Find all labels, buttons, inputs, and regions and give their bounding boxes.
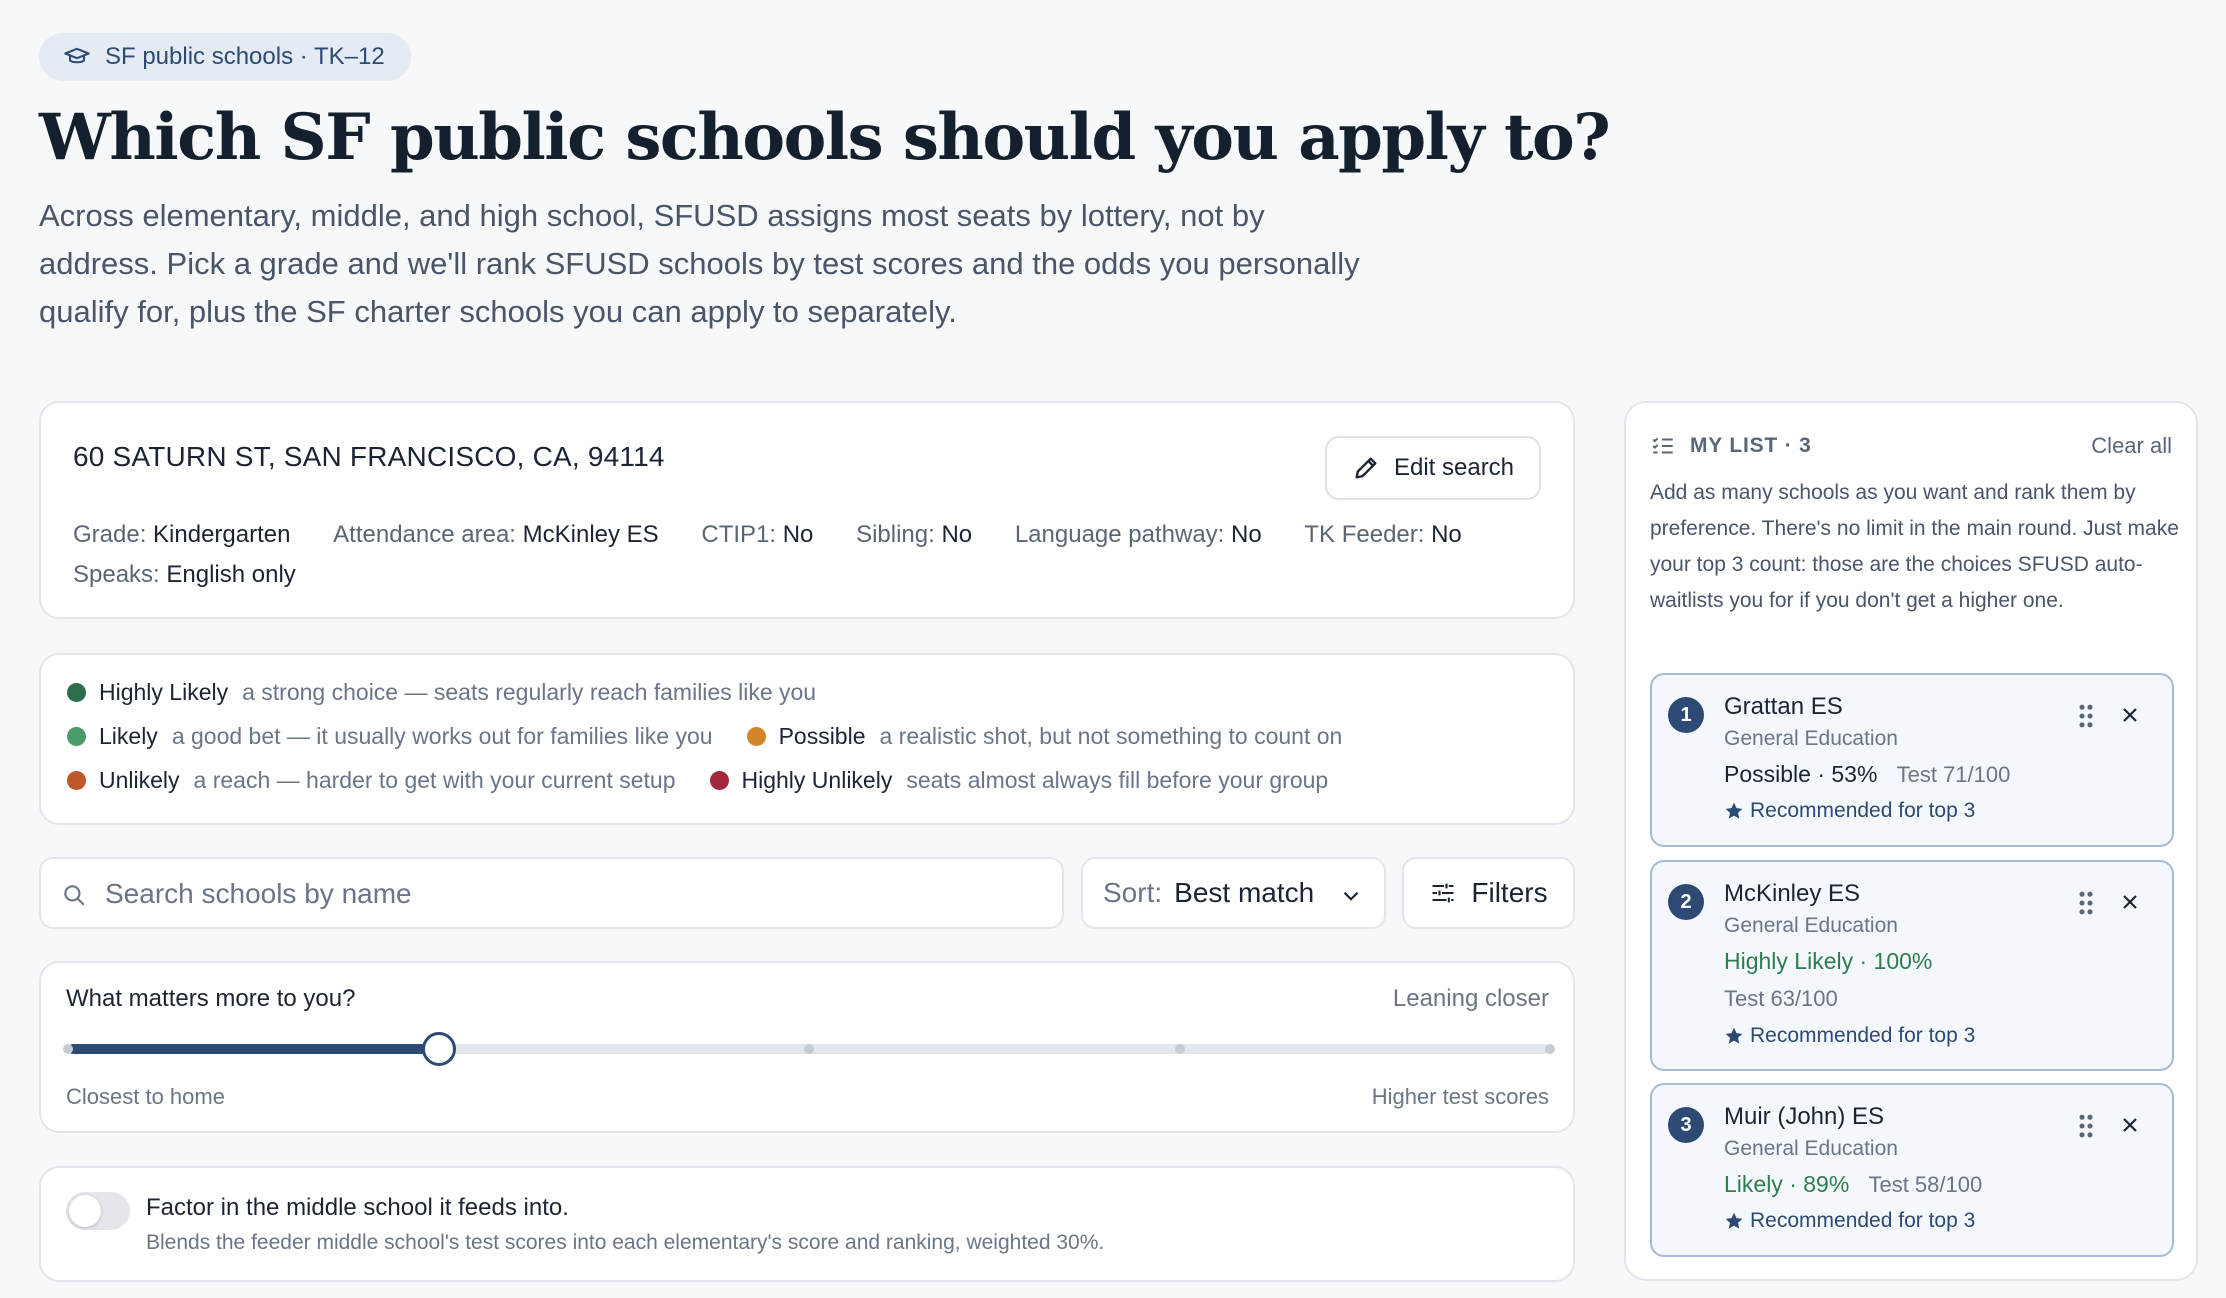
status-dot — [67, 683, 86, 702]
odds-line: Likely · 89% Test 58/100 — [1724, 1171, 1982, 1198]
legend-item-possible: Possible a realistic shot, but not someth… — [746, 723, 1342, 750]
recommended-badge: Recommended for top 3 — [1724, 1024, 1975, 1048]
slider-tick — [63, 1044, 73, 1054]
recommended-badge: Recommended for top 3 — [1724, 799, 1975, 823]
slider-handle[interactable] — [421, 1032, 456, 1066]
preference-slider[interactable] — [63, 1032, 1555, 1066]
intro-text: Across elementary, middle, and high scho… — [39, 198, 1360, 329]
status-dot — [67, 771, 86, 790]
legend-item-highly-unlikely: Highly Unlikely seats almost always fill … — [709, 767, 1328, 794]
address-text: 60 SATURN ST, SAN FRANCISCO, CA, 94114 — [73, 441, 665, 472]
search-summary-card: 60 SATURN ST, SAN FRANCISCO, CA, 94114 E… — [39, 401, 1575, 619]
badge-label: SF public schools · TK–12 — [105, 43, 385, 70]
slider-left-label: Closest to home — [66, 1084, 225, 1109]
school-name: McKinley ES — [1724, 880, 1861, 907]
filters-button[interactable]: Filters — [1402, 857, 1575, 929]
search-icon — [64, 885, 85, 906]
school-name: Grattan ES — [1724, 693, 1843, 720]
sliders-icon — [1432, 883, 1454, 903]
feeder-toggle[interactable] — [66, 1192, 130, 1230]
star-icon — [1725, 1212, 1743, 1229]
graduation-cap-icon — [64, 47, 90, 64]
legend-item-unlikely: Unlikely a reach — harder to get with you… — [67, 767, 676, 794]
criteria-language-pathway: Language pathway: No — [1014, 521, 1262, 548]
school-search — [39, 857, 1064, 929]
odds-label: Highly Likely — [1724, 948, 1854, 974]
test-score: Test 58/100 — [1868, 1172, 1983, 1197]
rank-badge: 1 — [1668, 697, 1704, 733]
preference-card: What matters more to you? Leaning closer… — [39, 961, 1575, 1133]
odds-percent: · 53% — [1810, 761, 1878, 787]
checklist-icon — [1652, 437, 1673, 454]
remove-icon[interactable] — [2118, 890, 2142, 914]
slider-tick — [804, 1044, 814, 1054]
star-icon — [1725, 802, 1743, 819]
clear-all-button[interactable]: Clear all — [2091, 433, 2172, 459]
program-name: General Education — [1724, 1137, 1898, 1160]
recommended-badge: Recommended for top 3 — [1724, 1209, 1975, 1233]
remove-icon[interactable] — [2118, 703, 2142, 727]
status-dot — [709, 771, 729, 790]
odds-percent: · 100% — [1853, 948, 1933, 974]
rank-badge: 2 — [1668, 884, 1704, 920]
filters-label: Filters — [1471, 877, 1548, 908]
page-title: Which SF public schools should you apply… — [39, 100, 1611, 175]
sort-value: Best match — [1174, 877, 1315, 908]
legend-item-highly-likely: Highly Likely a strong choice — seats reg… — [67, 679, 816, 706]
feeder-description: Blends the feeder middle school's test s… — [146, 1231, 1105, 1254]
program-name: General Education — [1724, 914, 1898, 937]
slider-right-label: Higher test scores — [1371, 1084, 1549, 1109]
my-list-intro: Add as many schools as you want and rank… — [1650, 481, 2179, 612]
criteria-tk-feeder: TK Feeder: No — [1304, 521, 1462, 548]
slider-tick — [1545, 1044, 1555, 1054]
list-item[interactable]: 2 McKinley ES General Education Highly L… — [1650, 860, 2174, 1071]
sort-select[interactable]: Sort: Best match — [1081, 857, 1386, 929]
test-score: Test 63/100 — [1724, 986, 1838, 1011]
odds-percent: · 89% — [1782, 1171, 1850, 1197]
list-item[interactable]: 1 Grattan ES General Education Possible … — [1650, 673, 2174, 847]
my-list-title: MY LIST · 3 — [1690, 434, 1812, 457]
odds-label: Possible — [1724, 761, 1811, 787]
drag-handle-icon[interactable] — [2078, 1113, 2094, 1139]
chevron-down-icon — [1343, 891, 1359, 901]
category-badge: SF public schools · TK–12 — [39, 33, 411, 81]
drag-handle-icon[interactable] — [2078, 890, 2094, 916]
toggle-knob — [69, 1195, 101, 1227]
rank-badge: 3 — [1668, 1107, 1704, 1143]
preference-status: Leaning closer — [1392, 985, 1549, 1012]
feeder-card: Factor in the middle school it feeds int… — [39, 1166, 1575, 1282]
search-input[interactable] — [105, 871, 1045, 917]
star-icon — [1725, 1027, 1743, 1044]
criteria-attendance-area: Attendance area: McKinley ES — [333, 521, 659, 548]
test-score: Test 71/100 — [1896, 762, 2011, 787]
list-item[interactable]: 3 Muir (John) ES General Education Likel… — [1650, 1083, 2174, 1257]
slider-tick — [1174, 1044, 1185, 1054]
pencil-icon — [1355, 457, 1377, 479]
sort-label: Sort: — [1103, 877, 1163, 908]
odds-line: Possible · 53% Test 71/100 — [1724, 761, 2010, 788]
feeder-title: Factor in the middle school it feeds int… — [146, 1194, 569, 1221]
preference-question: What matters more to you? — [66, 985, 356, 1012]
slider-fill — [68, 1044, 439, 1054]
program-name: General Education — [1724, 727, 1898, 750]
edit-search-button[interactable]: Edit search — [1325, 436, 1541, 500]
criteria-grade: Grade: Kindergarten — [73, 521, 291, 548]
my-list-panel: MY LIST · 3 Clear all Add as many school… — [1624, 401, 2198, 1281]
odds-legend: Highly Likely a strong choice — seats reg… — [39, 653, 1575, 825]
odds-line: Highly Likely · 100% — [1724, 948, 1932, 975]
status-dot — [67, 727, 86, 746]
odds-label: Likely — [1724, 1171, 1783, 1197]
edit-search-label: Edit search — [1393, 454, 1515, 481]
criteria-ctip1: CTIP1: No — [701, 521, 814, 548]
school-name: Muir (John) ES — [1724, 1103, 1885, 1130]
drag-handle-icon[interactable] — [2078, 703, 2094, 729]
criteria-speaks: Speaks: English only — [73, 561, 296, 588]
my-list-header: MY LIST · 3 — [1650, 433, 1812, 459]
remove-icon[interactable] — [2118, 1113, 2142, 1137]
legend-item-likely: Likely a good bet — it usually works out … — [67, 723, 713, 750]
status-dot — [746, 727, 766, 746]
criteria-sibling: Sibling: No — [856, 521, 973, 548]
search-criteria: Grade: Kindergarten Attendance area: McK… — [73, 515, 1553, 595]
